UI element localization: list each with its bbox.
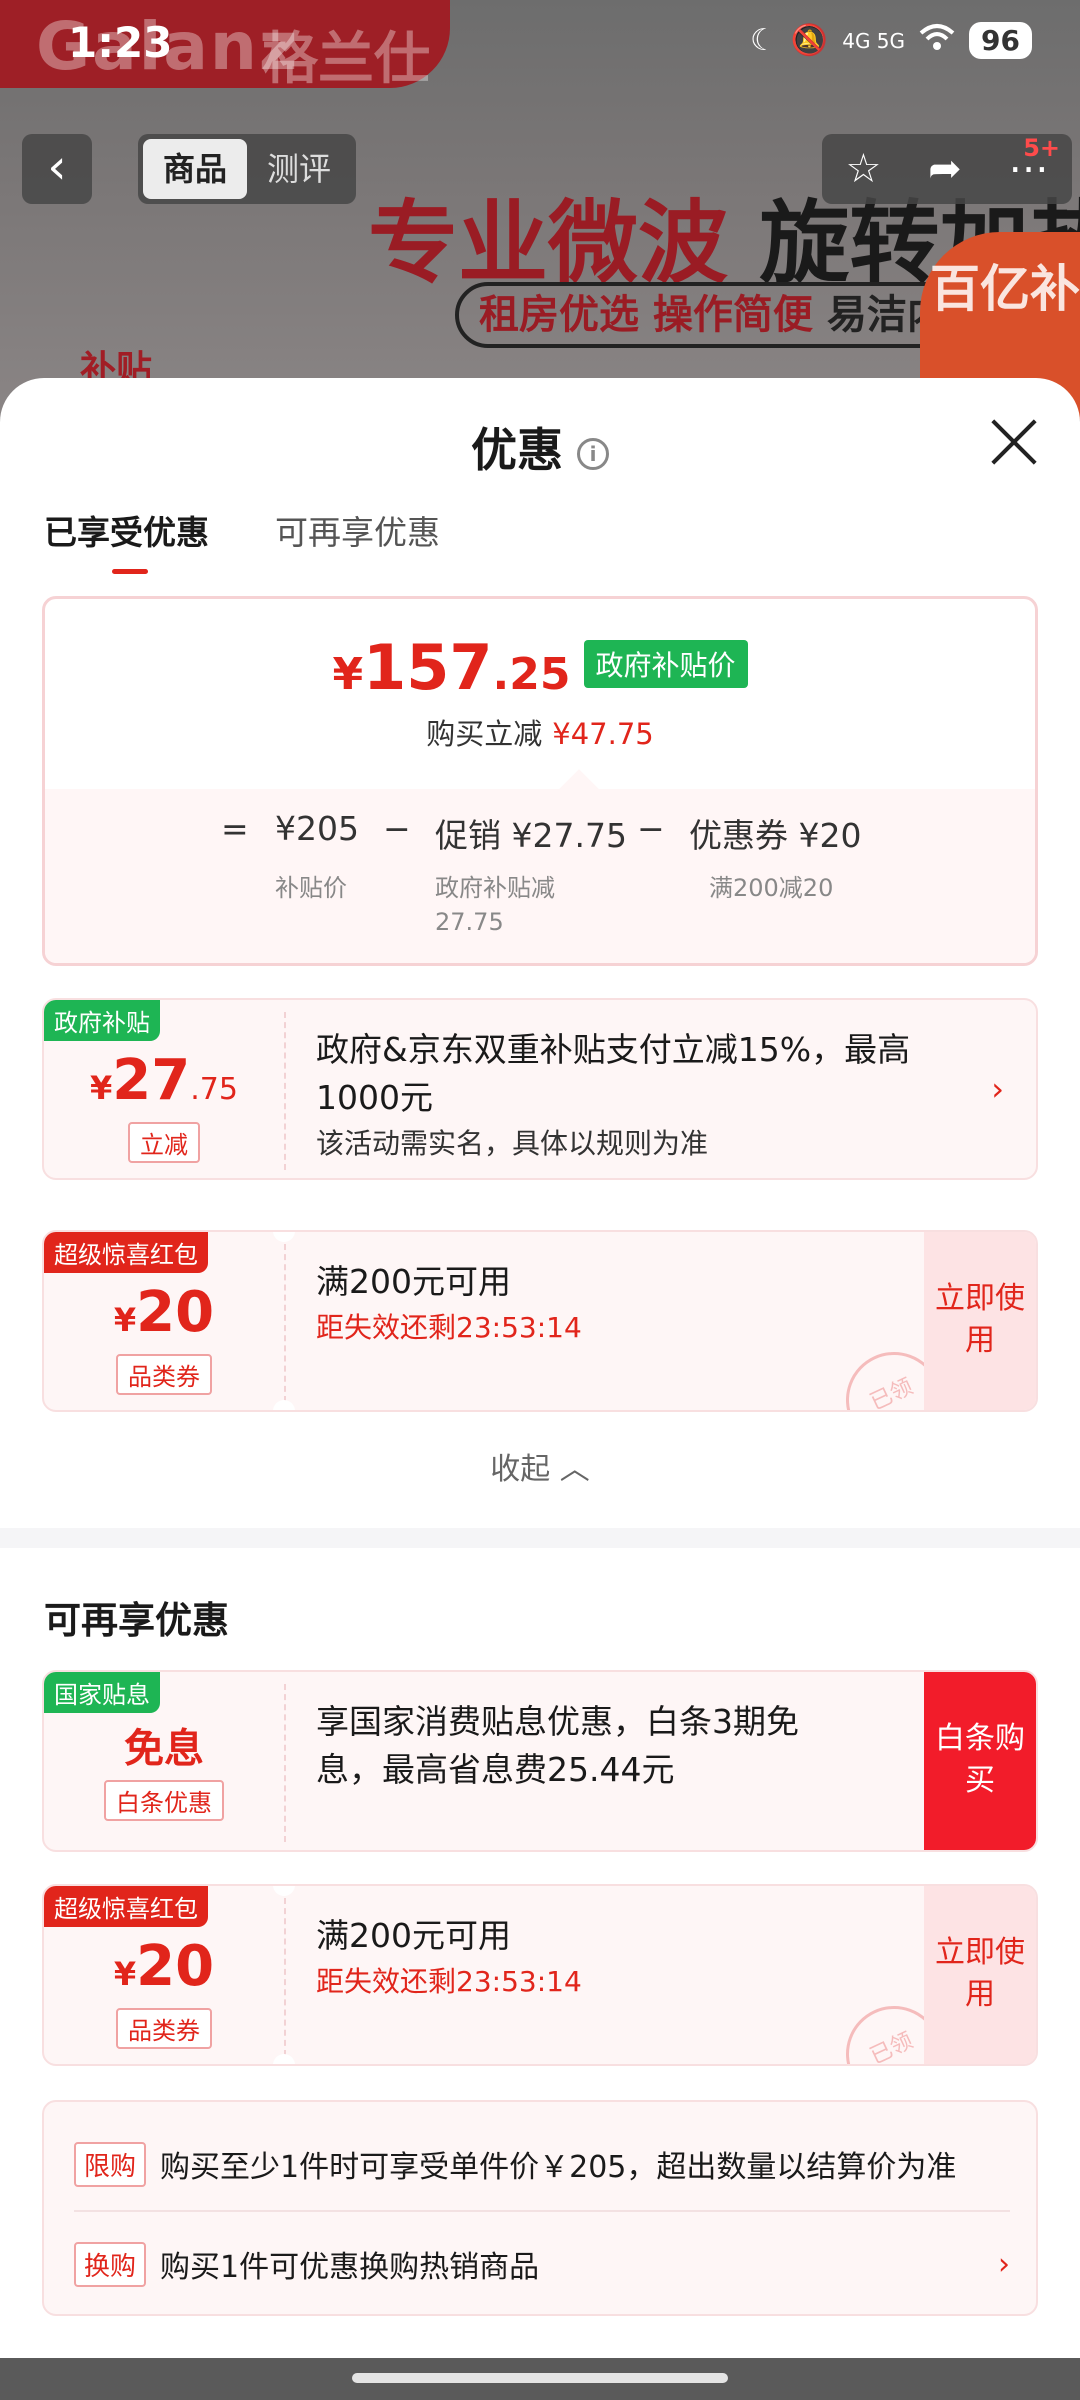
coupon-ribbon: 超级惊喜红包: [44, 1232, 208, 1273]
gov-subsidy-card[interactable]: 政府补贴 ¥27.75 立减 政府&京东双重补贴支付立减15%，最高1000元 …: [42, 998, 1038, 1180]
interest-free-label: 免息: [124, 1726, 204, 1772]
tab-enjoyed[interactable]: 已享受优惠: [44, 506, 209, 574]
interest-chip: 白条优惠: [104, 1780, 224, 1821]
formula-base-label: 补贴价: [275, 874, 347, 902]
discount-sheet: 优惠 i 已享受优惠 可再享优惠 ¥157.25 政府补贴价 购买立减 ¥47.75…: [0, 378, 1080, 2358]
share-icon[interactable]: ➦: [928, 146, 962, 192]
star-icon[interactable]: ☆: [845, 146, 881, 192]
formula-minus: −: [637, 809, 665, 848]
product-topbar: ‹ 商品 测评 ☆ ➦ ⋯ 5+: [0, 130, 1080, 210]
mute-icon: 🔕: [790, 23, 829, 58]
interest-desc: 享国家消费贴息优惠，白条3期免息，最高省息费25.44元: [316, 1702, 799, 1789]
exchange-tag: 换购: [74, 2241, 147, 2287]
network-label: 4G 5G: [842, 28, 906, 53]
coupon-condition: 满200元可用: [316, 1262, 511, 1301]
chevron-right-icon[interactable]: ›: [998, 2247, 1010, 2282]
chevron-right-icon[interactable]: ›: [991, 1070, 1004, 1108]
formula-equals: =: [221, 809, 249, 848]
tab-available[interactable]: 可再享优惠: [275, 506, 440, 574]
tab-review[interactable]: 测评: [247, 139, 351, 199]
status-time: 1:23: [68, 18, 173, 67]
interest-free-card: 国家贴息 免息 白条优惠 享国家消费贴息优惠，白条3期免息，最高省息费25.44…: [42, 1670, 1038, 1852]
use-now-button[interactable]: 立即使用: [924, 1886, 1036, 2064]
interest-ribbon: 国家贴息: [44, 1672, 160, 1713]
subsidy-desc: 政府&京东双重补贴支付立减15%，最高1000元: [316, 1030, 911, 1117]
close-button[interactable]: [990, 418, 1038, 466]
battery-indicator: 96: [969, 22, 1032, 59]
product-tab-switch: 商品 测评: [138, 134, 356, 204]
discount-tabs: 已享受优惠 可再享优惠: [44, 506, 440, 574]
use-now-button[interactable]: 立即使用: [924, 1232, 1036, 1410]
total-reduction: 购买立减 ¥47.75: [426, 717, 654, 751]
final-price: ¥157.25 政府补贴价: [45, 631, 1035, 704]
section-available-title: 可再享优惠: [44, 1599, 229, 1642]
banner-subline: 租房优选 操作简便 易洁内: [455, 282, 971, 348]
formula-coupon-label: 满200减20: [709, 874, 834, 902]
coupon-countdown: 距失效还剩23:53:14: [316, 1311, 582, 1344]
formula-promo: 促销 ¥27.75: [435, 816, 627, 855]
price-summary-card: ¥157.25 政府补贴价 购买立减 ¥47.75 = ¥205 补贴价 − 促销…: [42, 596, 1038, 966]
status-icons: ☾ 🔕 4G 5G 96: [750, 22, 1032, 59]
formula-promo-label: 政府补贴减 27.75: [435, 874, 555, 936]
price-formula: = ¥205 补贴价 − 促销 ¥27.75 政府补贴减 27.75 − 优惠券 …: [45, 769, 1035, 963]
top-actions: ☆ ➦ ⋯ 5+: [822, 134, 1072, 204]
back-button[interactable]: ‹: [22, 134, 92, 204]
coupon-chip: 品类券: [116, 2008, 212, 2049]
formula-base: ¥205: [275, 809, 359, 848]
home-indicator: [0, 2360, 1080, 2400]
wifi-icon: [919, 23, 955, 59]
coupon-countdown: 距失效还剩23:53:14: [316, 1965, 582, 1998]
subsidy-amount: ¥27.75: [90, 1048, 238, 1113]
formula-coupon: 优惠券 ¥20: [689, 816, 862, 855]
exchange-row[interactable]: 换购 购买1件可优惠换购热销商品 ›: [74, 2218, 1010, 2310]
message-badge: 5+: [1023, 134, 1060, 162]
limit-row: 限购 购买至少1件时可享受单件价￥205，超出数量以结算价为准: [74, 2118, 1010, 2210]
subsidy-note: 该活动需实名，具体以规则为准: [316, 1127, 709, 1160]
tab-product[interactable]: 商品: [143, 139, 247, 199]
coupon-chip: 品类券: [116, 1354, 212, 1395]
gov-price-tag: 政府补贴价: [583, 640, 748, 688]
baitiao-buy-button[interactable]: 白条购买: [924, 1672, 1036, 1850]
moon-icon: ☾: [749, 23, 777, 58]
collapse-button[interactable]: 收起 ︿: [0, 1444, 1080, 1488]
limit-tag: 限购: [74, 2141, 147, 2187]
subsidy-chip: 立减: [128, 1122, 200, 1163]
exchange-text: 购买1件可优惠换购热销商品: [160, 2250, 540, 2285]
coupon-ribbon: 超级惊喜红包: [44, 1886, 208, 1927]
coupon-condition: 满200元可用: [316, 1916, 511, 1955]
coupon-amount: ¥20: [113, 1934, 215, 1999]
subsidy-ribbon: 政府补贴: [44, 1000, 160, 1041]
red-packet-coupon: 超级惊喜红包 ¥20 品类券 满200元可用 距失效还剩23:53:14 已领 …: [42, 1230, 1038, 1412]
info-icon[interactable]: i: [577, 437, 609, 470]
red-packet-coupon: 超级惊喜红包 ¥20 品类券 满200元可用 距失效还剩23:53:14 已领 …: [42, 1884, 1038, 2066]
coupon-amount: ¥20: [113, 1280, 215, 1345]
purchase-rules: 限购 购买至少1件时可享受单件价￥205，超出数量以结算价为准 换购 购买1件可…: [42, 2100, 1038, 2316]
status-bar: 1:23 ☾ 🔕 4G 5G 96: [0, 0, 1080, 90]
sheet-title: 优惠 i: [0, 414, 1080, 480]
limit-text: 购买至少1件时可享受单件价￥205，超出数量以结算价为准: [160, 2150, 957, 2185]
formula-minus: −: [383, 809, 411, 848]
